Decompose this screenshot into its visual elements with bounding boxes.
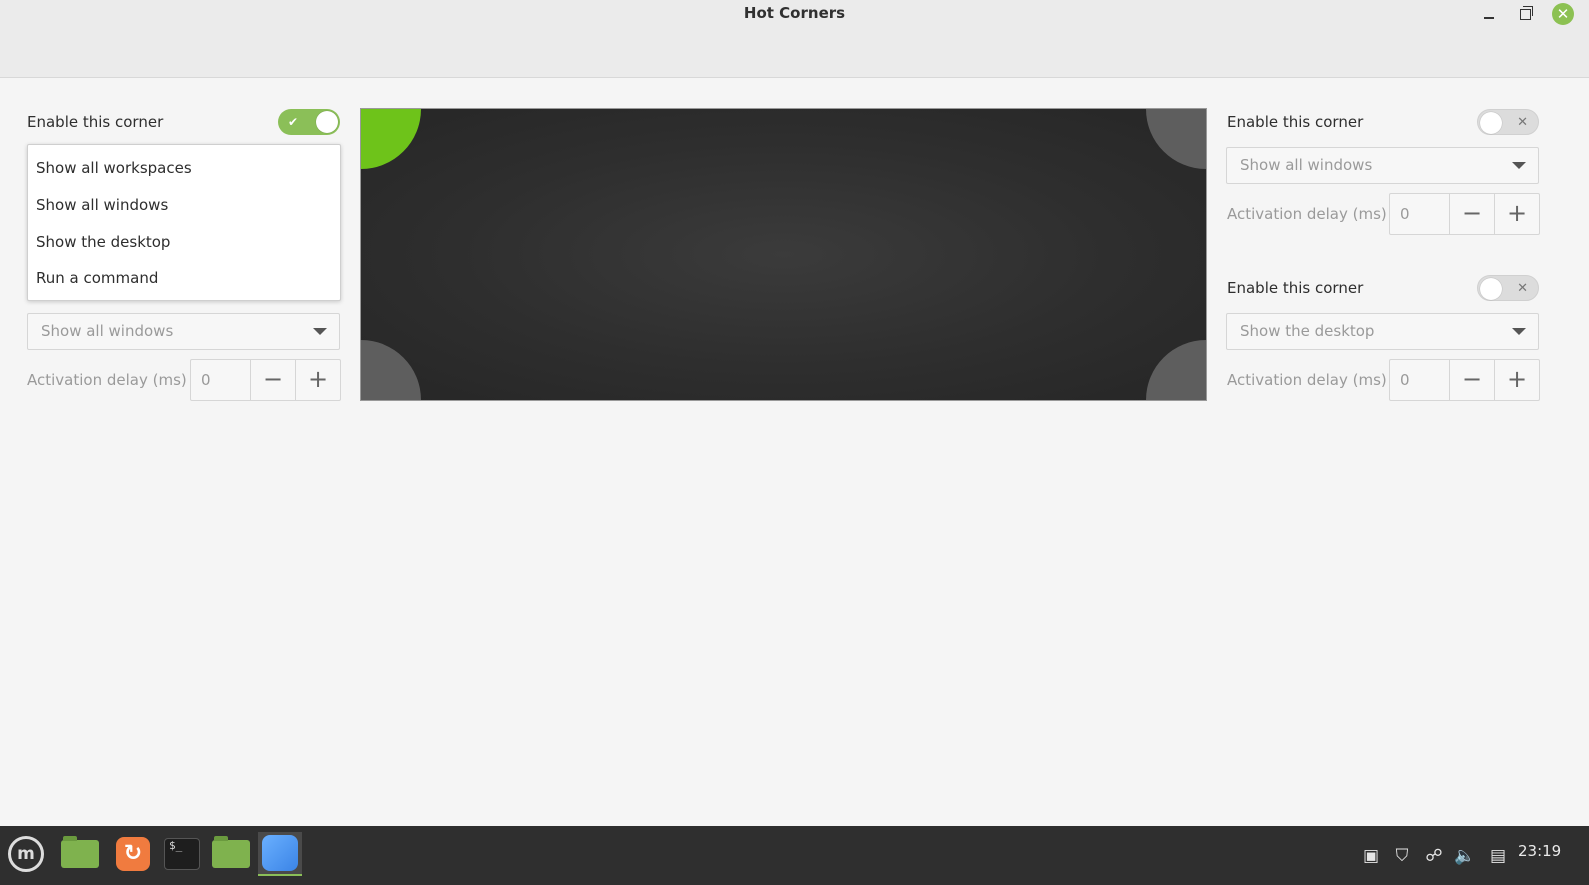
taskbar: m ↻ $_ ▣ ⛉ ☍ 🔈 ▤ 23:19: [0, 826, 1589, 885]
clipboard-tray-button[interactable]: ▣: [1358, 826, 1384, 885]
clipboard-icon: ▣: [1362, 845, 1380, 866]
top-left-action-select[interactable]: Show all windows: [27, 313, 340, 350]
files-icon: [61, 836, 99, 868]
x-icon: ✕: [1517, 281, 1528, 296]
top-right-delay-decrement-button[interactable]: −: [1450, 194, 1495, 234]
menu-button[interactable]: m: [4, 832, 48, 876]
battery-icon: ▤: [1489, 845, 1507, 866]
shield-icon: ⛉: [1395, 845, 1409, 866]
bottom-right-enable-toggle[interactable]: ✕: [1477, 275, 1539, 301]
minimize-button[interactable]: [1478, 3, 1500, 25]
battery-tray-button[interactable]: ▤: [1485, 826, 1511, 885]
menu-item-show-all-windows[interactable]: Show all windows: [36, 196, 168, 214]
top-left-delay-decrement-button[interactable]: −: [251, 360, 296, 400]
folder-icon: [212, 836, 250, 868]
volume-icon: 🔈: [1454, 845, 1476, 866]
bottom-right-delay-spinner: 0 − +: [1389, 359, 1540, 401]
window-title: Hot Corners: [743, 4, 846, 22]
action-dropdown-menu: Show all workspaces Show all windows Sho…: [27, 144, 341, 301]
taskbar-browser-button[interactable]: ↻: [111, 832, 155, 876]
toggle-knob: [1480, 278, 1502, 300]
bottom-right-delay-label: Activation delay (ms): [1227, 371, 1387, 389]
top-left-action-value: Show all windows: [41, 322, 174, 340]
top-right-action-select[interactable]: Show all windows: [1226, 147, 1539, 184]
top-left-delay-increment-button[interactable]: +: [296, 360, 340, 400]
taskbar-files-button[interactable]: [58, 832, 102, 876]
taskbar-terminal-button[interactable]: $_: [160, 832, 204, 876]
bottom-left-corner-indicator: [361, 340, 421, 400]
menu-item-show-the-desktop[interactable]: Show the desktop: [36, 233, 170, 251]
taskbar-settings-button[interactable]: [258, 832, 302, 876]
menu-icon: m: [8, 836, 44, 872]
bottom-right-delay-decrement-button[interactable]: −: [1450, 360, 1495, 400]
chevron-down-icon: [1512, 162, 1526, 169]
check-icon: ✔: [288, 115, 299, 129]
bottom-right-action-select[interactable]: Show the desktop: [1226, 313, 1539, 350]
close-icon: ✕: [1556, 5, 1570, 23]
close-button[interactable]: ✕: [1552, 3, 1574, 25]
menu-item-run-a-command[interactable]: Run a command: [36, 269, 158, 287]
toggle-knob: [1480, 112, 1502, 134]
top-left-delay-label: Activation delay (ms): [27, 371, 187, 389]
menu-item-show-all-workspaces[interactable]: Show all workspaces: [36, 159, 192, 177]
top-right-enable-label: Enable this corner: [1227, 113, 1364, 131]
toggle-knob: [316, 111, 338, 133]
top-right-action-value: Show all windows: [1240, 156, 1373, 174]
top-left-delay-spinner: 0 − +: [190, 359, 341, 401]
top-right-delay-label: Activation delay (ms): [1227, 205, 1387, 223]
browser-icon: ↻: [116, 837, 150, 871]
maximize-button[interactable]: [1514, 3, 1536, 25]
top-right-delay-input[interactable]: 0: [1390, 194, 1450, 234]
corner-preview: [360, 108, 1207, 401]
shield-tray-button[interactable]: ⛉: [1389, 826, 1415, 885]
network-tray-button[interactable]: ☍: [1421, 826, 1447, 885]
volume-tray-button[interactable]: 🔈: [1452, 826, 1478, 885]
clock[interactable]: 23:19: [1518, 826, 1561, 876]
x-icon: ✕: [1517, 115, 1528, 130]
top-right-delay-spinner: 0 − +: [1389, 193, 1540, 235]
network-icon: ☍: [1425, 845, 1443, 866]
taskbar-folder-button[interactable]: [209, 832, 253, 876]
title-bar: Hot Corners ✕: [0, 0, 1589, 78]
bottom-right-corner-indicator: [1146, 340, 1206, 400]
top-right-delay-increment-button[interactable]: +: [1495, 194, 1539, 234]
chevron-down-icon: [313, 328, 327, 335]
settings-icon: [262, 835, 298, 871]
minimize-icon: [1484, 17, 1494, 19]
maximize-icon: [1519, 5, 1533, 20]
bottom-right-action-value: Show the desktop: [1240, 322, 1375, 340]
top-right-enable-toggle[interactable]: ✕: [1477, 109, 1539, 135]
top-left-enable-label: Enable this corner: [27, 113, 164, 131]
bottom-right-delay-increment-button[interactable]: +: [1495, 360, 1539, 400]
bottom-right-enable-label: Enable this corner: [1227, 279, 1364, 297]
bottom-right-delay-input[interactable]: 0: [1390, 360, 1450, 400]
chevron-down-icon: [1512, 328, 1526, 335]
top-left-enable-toggle[interactable]: ✔: [278, 109, 340, 135]
terminal-icon: $_: [164, 838, 200, 870]
top-right-corner-indicator: [1146, 109, 1206, 169]
top-left-delay-input[interactable]: 0: [191, 360, 251, 400]
top-left-corner-indicator: [361, 109, 421, 169]
